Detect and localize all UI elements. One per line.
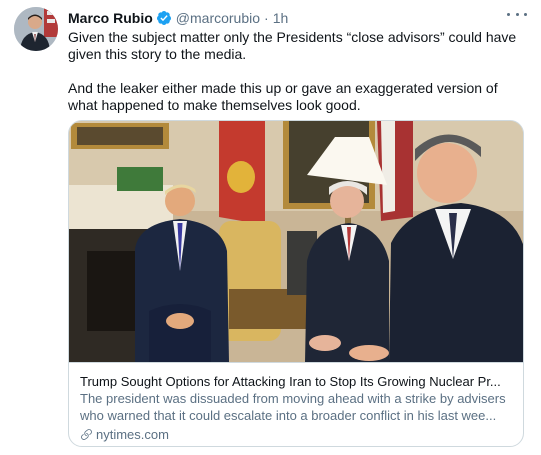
card-body[interactable]: Trump Sought Options for Attacking Iran … xyxy=(69,362,523,446)
tweet[interactable]: Marco Rubio @marcorubio · 1h Given the s… xyxy=(0,0,541,455)
card-description: The president was dissuaded from moving … xyxy=(80,391,506,423)
author-name[interactable]: Marco Rubio xyxy=(68,9,153,27)
separator-dot: · xyxy=(264,10,269,26)
tweet-header: Marco Rubio @marcorubio · 1h xyxy=(68,8,531,28)
link-preview-card[interactable]: Trump Sought Options for Attacking Iran … xyxy=(68,120,524,447)
card-title[interactable]: Trump Sought Options for Attacking Iran … xyxy=(80,373,515,390)
avatar-image xyxy=(14,7,58,51)
tweet-timestamp[interactable]: 1h xyxy=(273,9,289,27)
tweet-paragraph-1: Given the subject matter only the Presid… xyxy=(68,29,517,62)
card-domain[interactable]: nytimes.com xyxy=(80,426,515,443)
card-domain-text: nytimes.com xyxy=(96,427,169,442)
verified-badge-icon xyxy=(156,10,172,26)
author-handle[interactable]: @marcorubio xyxy=(176,9,260,27)
tweet-text: Given the subject matter only the Presid… xyxy=(68,29,530,114)
tweet-paragraph-2: And the leaker either made this up or ga… xyxy=(68,80,498,113)
avatar[interactable] xyxy=(14,7,58,51)
link-icon xyxy=(81,429,92,440)
more-options-icon[interactable] xyxy=(507,6,527,22)
card-image[interactable] xyxy=(69,121,523,362)
